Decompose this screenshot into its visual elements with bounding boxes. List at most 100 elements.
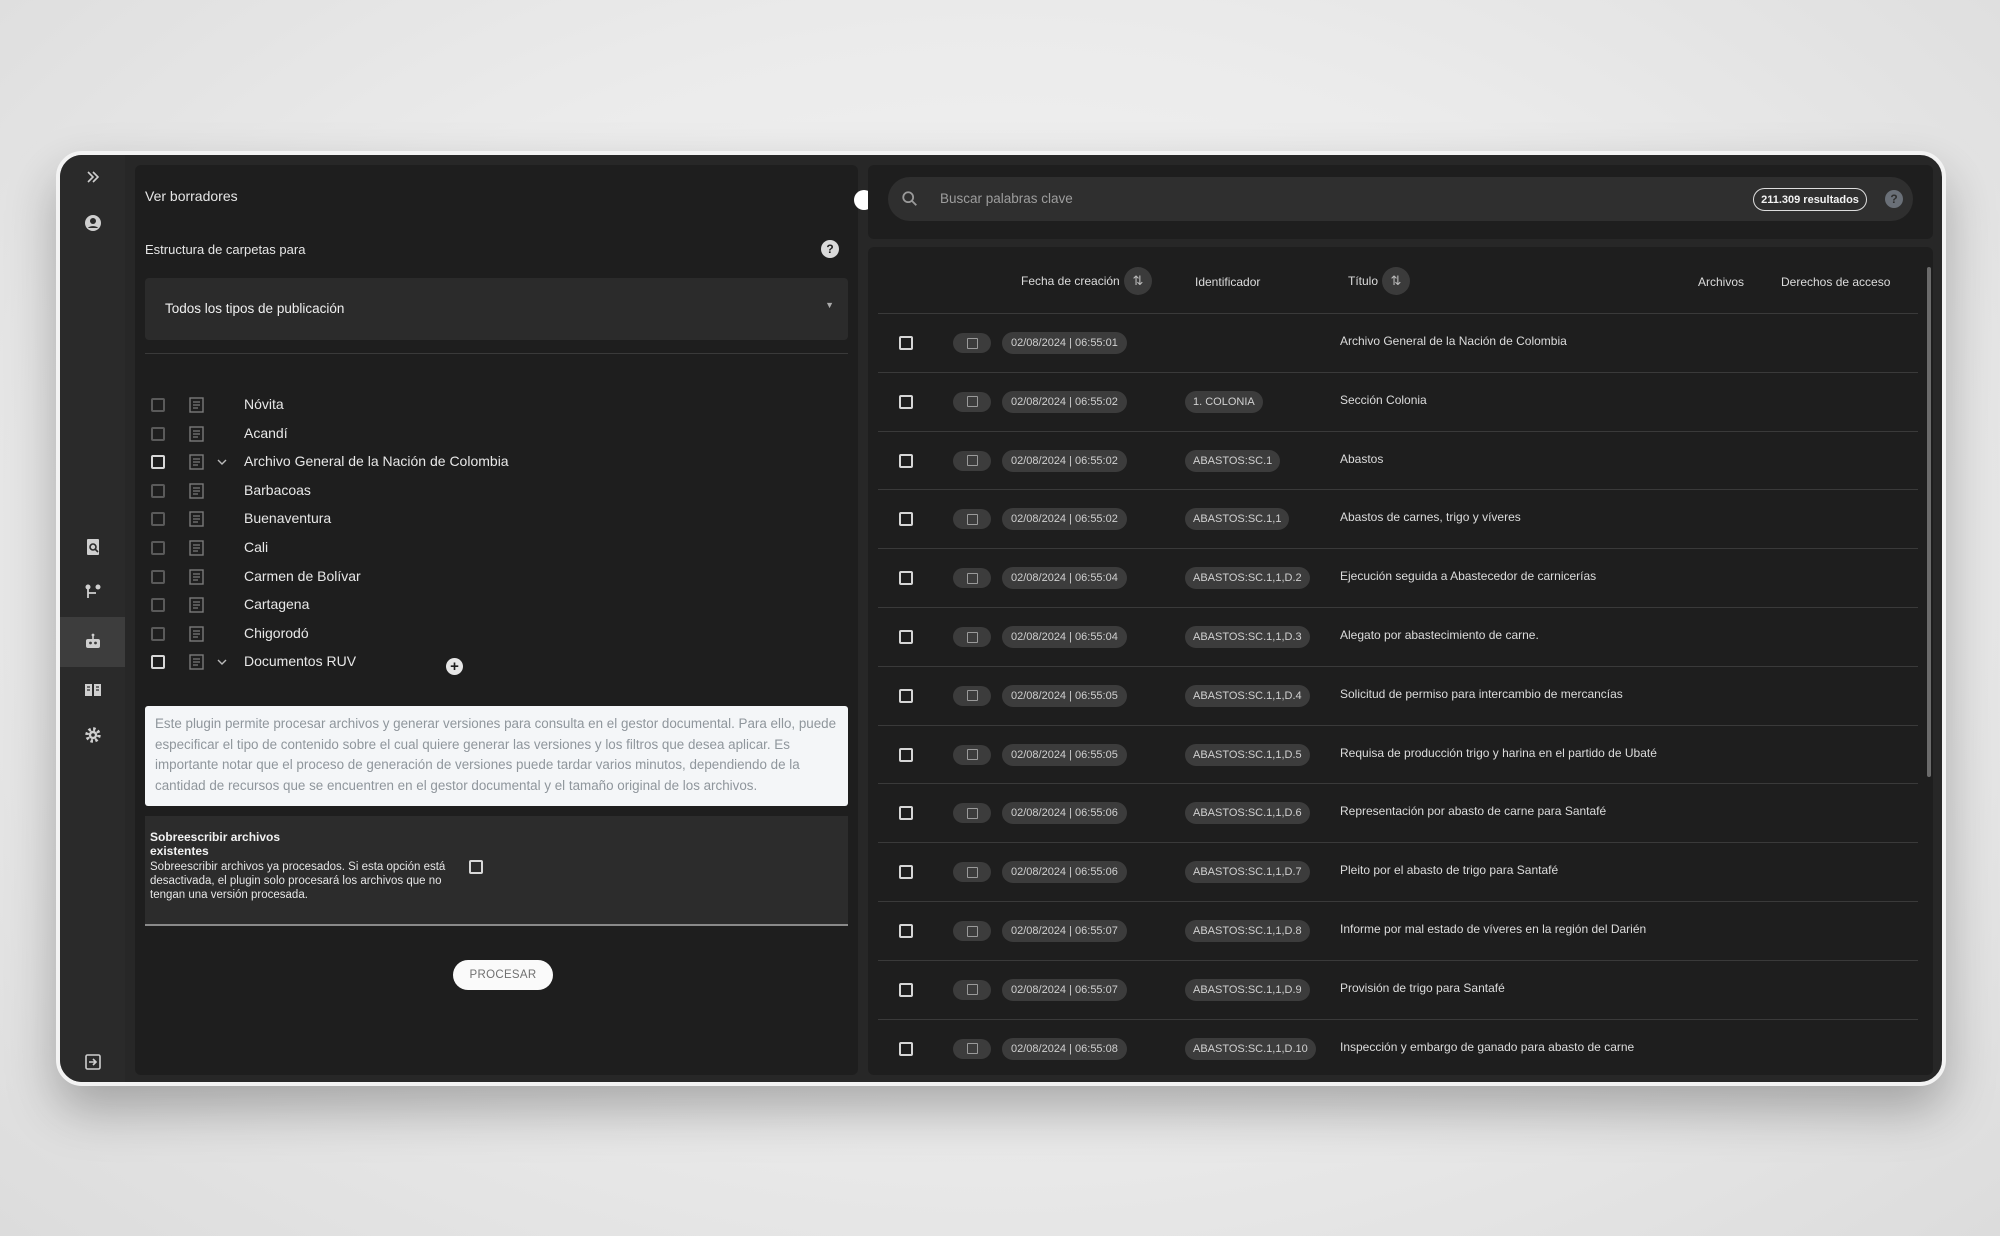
row-checkbox[interactable] bbox=[899, 1041, 913, 1056]
sort-title-icon[interactable]: ⇅ bbox=[1382, 267, 1410, 295]
record-view-icon[interactable] bbox=[953, 803, 991, 824]
row-checkbox[interactable] bbox=[899, 747, 913, 762]
table-row[interactable]: 02/08/2024 | 06:55:05 ABASTOS:SC.1,1,D.5 R… bbox=[878, 724, 1918, 783]
tree-item-checkbox[interactable] bbox=[151, 512, 165, 527]
chevron-down-icon[interactable] bbox=[217, 458, 227, 466]
table-row[interactable]: 02/08/2024 | 06:55:07 ABASTOS:SC.1,1,D.9 P… bbox=[878, 959, 1918, 1018]
table-row[interactable]: 02/08/2024 | 06:55:02 ABASTOS:SC.1 Abastos bbox=[878, 430, 1918, 489]
search-bar-container: Buscar palabras clave 211.309 resultados… bbox=[868, 165, 1933, 239]
table-row[interactable]: 02/08/2024 | 06:55:02 1. COLONIA Sección C… bbox=[878, 371, 1918, 430]
logout-icon[interactable] bbox=[60, 1040, 125, 1082]
record-view-icon[interactable] bbox=[953, 333, 991, 353]
robot-plugin-icon[interactable] bbox=[60, 617, 125, 667]
document-icon bbox=[189, 425, 204, 442]
record-view-icon[interactable] bbox=[953, 979, 991, 1000]
help-icon[interactable]: ? bbox=[821, 240, 839, 258]
record-view-icon[interactable] bbox=[953, 685, 991, 706]
tree-item-checkbox[interactable] bbox=[151, 626, 165, 641]
table-row[interactable]: 02/08/2024 | 06:55:04 ABASTOS:SC.1,1,D.3 A… bbox=[878, 607, 1918, 665]
tree-item-checkbox[interactable] bbox=[151, 598, 165, 613]
row-checkbox[interactable] bbox=[899, 571, 913, 586]
record-view-icon[interactable] bbox=[953, 568, 991, 589]
tree-item-checkbox[interactable] bbox=[151, 398, 165, 412]
user-account-icon[interactable] bbox=[60, 201, 125, 245]
search-input[interactable]: Buscar palabras clave 211.309 resultados… bbox=[888, 177, 1913, 221]
document-icon bbox=[189, 626, 204, 642]
results-table: Fecha de creación ⇅ Identificador Título… bbox=[868, 247, 1933, 1075]
column-identificador[interactable]: Identificador bbox=[1195, 275, 1260, 289]
overwrite-checkbox[interactable] bbox=[469, 860, 483, 874]
tree-item-checkbox[interactable] bbox=[151, 483, 165, 498]
hierarchy-icon[interactable] bbox=[60, 570, 125, 614]
row-identifier-badge: ABASTOS:SC.1,1,D.4 bbox=[1185, 684, 1310, 707]
process-button[interactable]: PROCESAR bbox=[453, 960, 553, 990]
tree-item-label: Carmen de Bolívar bbox=[244, 567, 361, 584]
column-archivos[interactable]: Archivos bbox=[1698, 275, 1744, 289]
row-identifier-badge: ABASTOS:SC.1,1,D.6 bbox=[1185, 802, 1310, 825]
icon-rail bbox=[60, 155, 125, 1082]
column-derechos[interactable]: Derechos de acceso bbox=[1781, 275, 1890, 289]
tree-item[interactable]: Buenaventura bbox=[145, 505, 745, 533]
tree-item-checkbox[interactable] bbox=[151, 541, 165, 555]
table-row[interactable]: 02/08/2024 | 06:55:07 ABASTOS:SC.1,1,D.8 I… bbox=[878, 901, 1918, 959]
row-checkbox[interactable] bbox=[899, 394, 913, 409]
tree-item[interactable]: Cali bbox=[145, 534, 745, 562]
add-folder-icon[interactable]: + bbox=[446, 658, 463, 675]
document-search-icon[interactable] bbox=[60, 525, 125, 569]
record-view-icon[interactable] bbox=[953, 509, 991, 530]
row-identifier-badge: ABASTOS:SC.1,1,D.8 bbox=[1185, 920, 1310, 942]
row-checkbox[interactable] bbox=[899, 982, 913, 997]
publication-type-select[interactable]: Todos los tipos de publicación ▼ bbox=[145, 278, 848, 340]
row-title: Abastos bbox=[1340, 451, 1384, 466]
row-checkbox[interactable] bbox=[899, 336, 913, 350]
record-view-icon[interactable] bbox=[953, 627, 991, 647]
row-checkbox[interactable] bbox=[899, 865, 913, 880]
table-row[interactable]: 02/08/2024 | 06:55:05 ABASTOS:SC.1,1,D.4 S… bbox=[878, 665, 1918, 724]
record-view-icon[interactable] bbox=[953, 744, 991, 765]
row-checkbox[interactable] bbox=[899, 453, 913, 468]
table-row[interactable]: 02/08/2024 | 06:55:04 ABASTOS:SC.1,1,D.2 E… bbox=[878, 548, 1918, 606]
record-view-icon[interactable] bbox=[953, 391, 991, 412]
table-row[interactable]: 02/08/2024 | 06:55:06 ABASTOS:SC.1,1,D.7 P… bbox=[878, 842, 1918, 900]
record-view-icon[interactable] bbox=[953, 862, 991, 883]
table-row[interactable]: 02/08/2024 | 06:55:06 ABASTOS:SC.1,1,D.6 R… bbox=[878, 783, 1918, 841]
tree-item[interactable]: Barbacoas bbox=[145, 477, 745, 505]
row-checkbox[interactable] bbox=[899, 806, 913, 821]
tree-item-checkbox[interactable] bbox=[151, 655, 165, 670]
tree-item[interactable]: Chigorodó bbox=[145, 620, 745, 648]
search-help-icon[interactable]: ? bbox=[1885, 190, 1903, 208]
chevron-down-icon[interactable] bbox=[217, 658, 227, 666]
column-fecha[interactable]: Fecha de creación bbox=[1021, 274, 1120, 288]
sort-date-icon[interactable]: ⇅ bbox=[1124, 267, 1152, 295]
row-checkbox[interactable] bbox=[899, 512, 913, 527]
row-date-badge: 02/08/2024 | 06:55:02 bbox=[1002, 508, 1127, 531]
row-checkbox[interactable] bbox=[899, 924, 913, 938]
table-row[interactable]: 02/08/2024 | 06:55:02 ABASTOS:SC.1,1 Abast… bbox=[878, 489, 1918, 547]
row-date-badge: 02/08/2024 | 06:55:02 bbox=[1002, 390, 1127, 413]
record-view-icon[interactable] bbox=[953, 450, 991, 471]
record-view-icon[interactable] bbox=[953, 1038, 991, 1059]
column-titulo[interactable]: Título bbox=[1348, 274, 1378, 288]
tree-item[interactable]: Cartagena bbox=[145, 591, 745, 619]
scrollbar[interactable] bbox=[1927, 267, 1931, 777]
tree-item[interactable]: Carmen de Bolívar bbox=[145, 563, 745, 591]
book-icon[interactable] bbox=[60, 668, 125, 712]
tree-item[interactable]: Documentos RUV bbox=[145, 648, 745, 676]
table-row[interactable]: 02/08/2024 | 06:55:08 ABASTOS:SC.1,1,D.10… bbox=[878, 1018, 1918, 1075]
expand-menu-icon[interactable] bbox=[60, 155, 125, 199]
row-date-badge: 02/08/2024 | 06:55:02 bbox=[1002, 449, 1127, 472]
tree-item-checkbox[interactable] bbox=[151, 455, 165, 470]
tree-item[interactable]: Archivo General de la Nación de Colombia bbox=[145, 448, 745, 476]
tree-item[interactable]: Nóvita bbox=[145, 391, 745, 419]
tree-item-checkbox[interactable] bbox=[151, 426, 165, 441]
tree-item-label: Chigorodó bbox=[244, 624, 309, 641]
row-identifier-badge: ABASTOS:SC.1,1 bbox=[1185, 508, 1290, 531]
record-view-icon[interactable] bbox=[953, 921, 991, 941]
table-row[interactable]: 02/08/2024 | 06:55:01 Archivo General de … bbox=[878, 313, 1918, 371]
row-checkbox[interactable] bbox=[899, 630, 913, 644]
tree-item-checkbox[interactable] bbox=[151, 569, 165, 584]
row-checkbox[interactable] bbox=[899, 688, 913, 703]
document-icon bbox=[189, 568, 204, 585]
settings-gear-icon[interactable] bbox=[60, 713, 125, 757]
tree-item[interactable]: Acandí bbox=[145, 420, 745, 448]
